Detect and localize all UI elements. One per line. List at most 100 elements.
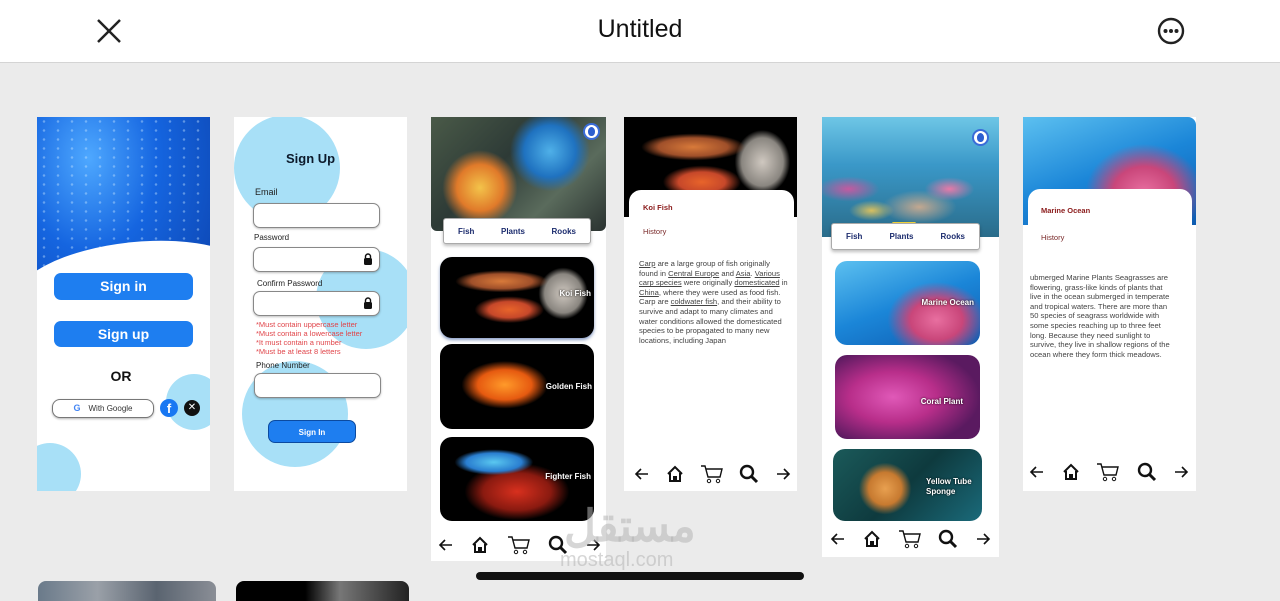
cart-icon[interactable] [898,529,922,549]
plant-card-marine-ocean[interactable]: Marine Ocean [835,261,980,345]
category-tabs: Fish Plants Rooks [443,218,591,244]
bottom-nav [1029,461,1189,483]
plant-card-label: Coral Plant [920,397,963,406]
search-icon[interactable] [548,535,568,555]
password-field[interactable] [253,247,380,272]
phone-field[interactable] [254,373,381,398]
inline-link[interactable]: Central Europe [668,269,719,278]
forward-arrow-icon[interactable] [775,466,791,482]
top-bar: Untitled [0,0,1280,63]
password-rule: *Must be at least 8 letters [256,347,341,356]
home-indicator-bar[interactable] [476,572,804,580]
sign-in-button[interactable]: Sign in [54,273,193,300]
lock-icon [364,253,372,265]
plant-card-yellow-tube-sponge[interactable]: Yellow Tube Sponge [833,449,982,521]
bottom-nav [438,533,601,557]
fish-card-label: Golden Fish [545,382,592,391]
home-icon[interactable] [1062,463,1080,481]
detail-body-text: ubmerged Marine Plants Seagrasses are fl… [1030,273,1170,359]
document-title: Untitled [597,15,683,43]
detail-subtitle: History [643,227,667,236]
plant-card-label: Marine Ocean [921,298,974,307]
forward-arrow-icon[interactable] [975,531,991,547]
lock-icon [364,297,372,309]
detail-subtitle: History [1041,233,1065,242]
aquarium-hero-image [431,117,606,231]
inline-link[interactable]: Carp [639,259,655,268]
google-login-label: With Google [88,404,133,413]
email-label: Email [255,187,278,197]
inline-link[interactable]: coldwater fish [671,297,717,306]
password-rule: *Must contain a lowercase letter [256,329,363,338]
fish-card-label: Fighter Fish [545,472,591,481]
next-row-frame-thumbnail[interactable] [236,581,409,601]
home-icon[interactable] [863,530,881,548]
marine-detail-screen-frame[interactable]: Marine Ocean History ubmerged Marine Pla… [1023,117,1196,491]
inline-link[interactable]: Asia [736,269,751,278]
tab-plants[interactable]: Plants [501,227,525,236]
detail-title: Koi Fish [643,203,673,212]
more-options-icon[interactable] [1157,17,1185,45]
fish-card-fighter[interactable]: Fighter Fish [440,437,594,521]
fish-card-golden[interactable]: Golden Fish [440,344,594,429]
google-icon: G [73,403,81,413]
sign-in-submit-button[interactable]: Sign In [268,420,356,443]
bottom-nav [830,527,991,551]
cart-icon[interactable] [700,464,724,484]
signup-title: Sign Up [286,151,336,166]
back-arrow-icon[interactable] [830,531,846,547]
welcome-screen-frame[interactable]: Sign in Sign up OR G With Google f ✕ [37,117,210,491]
decorative-circle [37,443,81,491]
or-divider-label: OR [110,368,132,384]
detail-body-text: Carp are a large group of fish originall… [639,259,789,345]
next-row-frame-thumbnail[interactable] [38,581,216,601]
password-label: Password [254,233,290,242]
tab-fish[interactable]: Fish [846,232,862,241]
back-arrow-icon[interactable] [438,537,454,553]
bottom-nav [634,463,791,485]
plant-card-label: Yellow Tube Sponge [926,477,972,496]
back-arrow-icon[interactable] [634,466,650,482]
sign-up-button[interactable]: Sign up [54,321,193,347]
password-rule: *Must contain uppercase letter [256,320,358,329]
password-rules: *Must contain uppercase letter *Must con… [256,320,362,356]
search-icon[interactable] [938,529,958,549]
fish-list-screen-frame[interactable]: Fish Plants Rooks Koi Fish Golden Fish F… [431,117,606,561]
password-rule: *It must contain a number [256,338,342,347]
inline-link[interactable]: China [639,288,659,297]
search-icon[interactable] [1137,462,1157,482]
phone-label: Phone Number [256,361,310,370]
forward-arrow-icon[interactable] [585,537,601,553]
profile-avatar[interactable] [583,123,600,140]
tab-rooks[interactable]: Rooks [941,232,965,241]
tab-rooks[interactable]: Rooks [552,227,576,236]
plant-card-coral[interactable]: Coral Plant [835,355,980,439]
forward-arrow-icon[interactable] [1173,464,1189,480]
plant-list-screen-frame[interactable]: Fish Plants Rooks Marine Ocean Coral Pla… [822,117,999,557]
profile-avatar[interactable] [972,129,989,146]
fish-card-koi[interactable]: Koi Fish [440,257,594,338]
signup-screen-frame[interactable]: Sign Up Email Password Confirm Password … [234,117,407,491]
text-span: in [779,278,788,288]
x-twitter-icon[interactable]: ✕ [184,400,200,416]
tab-fish[interactable]: Fish [458,227,474,236]
search-icon[interactable] [739,464,759,484]
text-span: and [719,268,736,278]
home-icon[interactable] [471,536,489,554]
back-arrow-icon[interactable] [1029,464,1045,480]
detail-title: Marine Ocean [1041,206,1091,215]
koi-detail-screen-frame[interactable]: Koi Fish History Carp are a large group … [624,117,797,491]
email-field[interactable] [253,203,380,228]
confirm-password-label: Confirm Password [257,279,323,288]
home-icon[interactable] [666,465,684,483]
category-tabs: Fish Plants Rooks [831,223,980,250]
tab-plants[interactable]: Plants [889,232,913,241]
inline-link[interactable]: domesticated [734,278,779,287]
fish-card-label: Koi Fish [559,289,591,298]
text-span: were originally [681,278,735,288]
google-login-button[interactable]: G With Google [52,399,154,418]
facebook-icon[interactable]: f [160,399,178,417]
confirm-password-field[interactable] [253,291,380,316]
cart-icon[interactable] [507,535,531,555]
cart-icon[interactable] [1096,462,1120,482]
